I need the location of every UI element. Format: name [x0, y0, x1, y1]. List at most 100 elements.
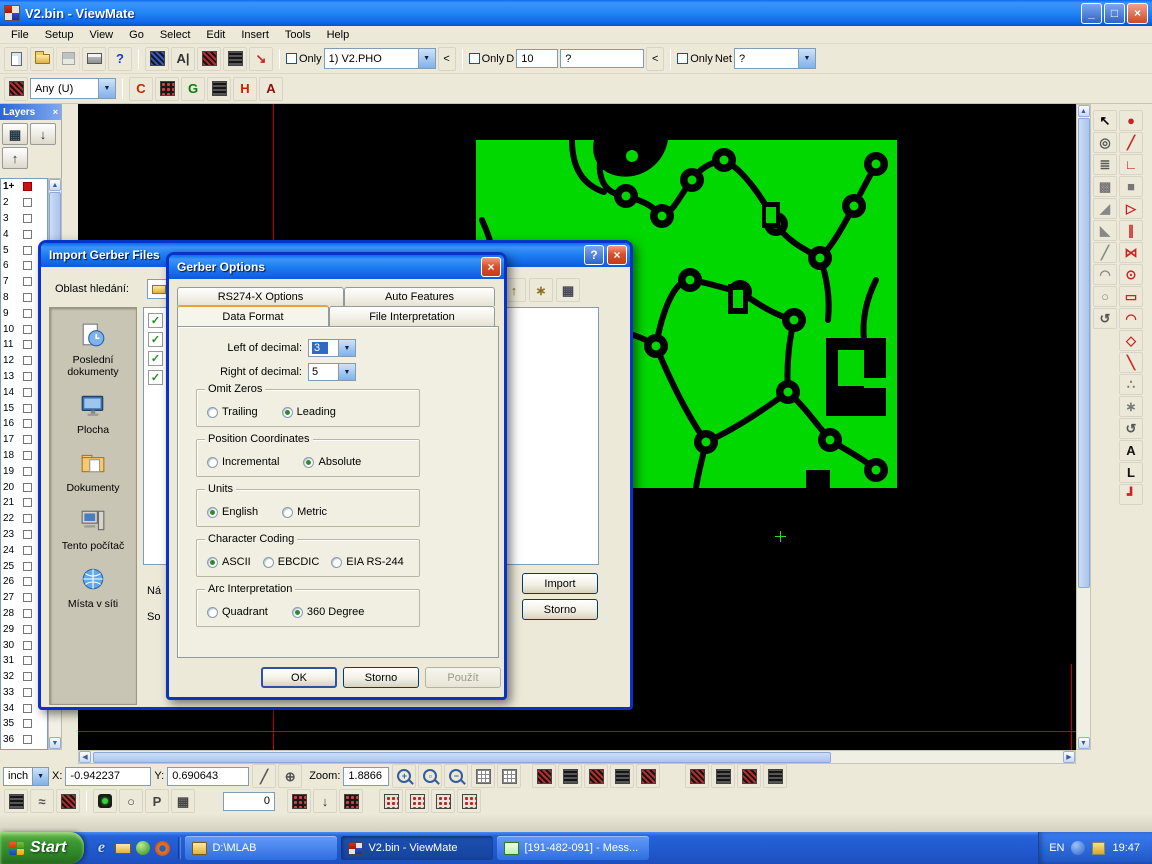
- film-icon[interactable]: [4, 789, 28, 813]
- radio-360-degree[interactable]: 360 Degree: [292, 606, 365, 618]
- circle-gray-icon[interactable]: ○: [1093, 286, 1117, 307]
- dcode-grid-icon[interactable]: [145, 47, 169, 71]
- menu-select[interactable]: Select: [152, 28, 199, 42]
- layer-combo[interactable]: 1) V2.PHO ▼: [324, 48, 436, 69]
- radio-leading[interactable]: Leading: [282, 406, 336, 418]
- scroll-down-icon[interactable]: ▼: [1078, 737, 1090, 749]
- gerber-file-icon[interactable]: ✓: [148, 332, 163, 347]
- canvas-horizontal-scrollbar[interactable]: ◀ ▶: [78, 750, 1076, 764]
- corner-ll-icon[interactable]: ◣: [1093, 220, 1117, 241]
- hook-tool-icon[interactable]: ┛: [1119, 484, 1143, 505]
- radio-incremental[interactable]: Incremental: [207, 456, 279, 468]
- menu-file[interactable]: File: [3, 28, 37, 42]
- place-desktop[interactable]: Plocha: [50, 392, 136, 436]
- dcode-query-input[interactable]: ?: [560, 49, 644, 68]
- only-net-checkbox[interactable]: [677, 53, 688, 64]
- place-recent-documents[interactable]: Poslední dokumenty: [50, 322, 136, 378]
- counter-field[interactable]: 0: [223, 792, 275, 811]
- flag-tool-icon[interactable]: ▷: [1119, 198, 1143, 219]
- folder-icon[interactable]: [115, 843, 131, 854]
- pattern-swatch-6[interactable]: [685, 764, 709, 788]
- pattern-swatch-2[interactable]: [558, 764, 582, 788]
- grid-snap-icon[interactable]: [497, 764, 521, 788]
- ok-button[interactable]: OK: [261, 667, 337, 688]
- cancel-button[interactable]: Storno: [522, 599, 598, 620]
- gerber-file-icon[interactable]: ✓: [148, 351, 163, 366]
- undo-tool-icon[interactable]: ↺: [1119, 418, 1143, 439]
- pattern-swatch-1[interactable]: [532, 764, 556, 788]
- radio-ebcdic[interactable]: EBCDIC: [263, 556, 320, 568]
- messenger-tray-icon[interactable]: [1071, 841, 1085, 855]
- diag-line-icon[interactable]: ╱: [1093, 242, 1117, 263]
- menu-go[interactable]: Go: [121, 28, 152, 42]
- status-light-icon[interactable]: [93, 789, 117, 813]
- chevron-down-icon[interactable]: ▼: [98, 79, 115, 98]
- scroll-up-icon[interactable]: ▲: [1078, 105, 1090, 117]
- scroll-right-icon[interactable]: ▶: [1063, 751, 1075, 763]
- rotate-gray-icon[interactable]: ↺: [1093, 308, 1117, 329]
- tray-app-icon[interactable]: [1092, 842, 1105, 855]
- task-191-482-091-mess[interactable]: [191-482-091] - Mess...: [497, 836, 649, 860]
- pattern-swatch-5[interactable]: [636, 764, 660, 788]
- radio-absolute[interactable]: Absolute: [303, 456, 361, 468]
- layer-down-icon[interactable]: ↓: [30, 123, 56, 145]
- any-combo[interactable]: Any (U) ▼: [30, 78, 116, 99]
- measure-icon[interactable]: ↘: [249, 47, 273, 71]
- minimize-button[interactable]: _: [1081, 3, 1102, 24]
- layer-table-icon[interactable]: ▦: [2, 123, 28, 145]
- menu-view[interactable]: View: [81, 28, 121, 42]
- dot-grid-icon-2[interactable]: [339, 789, 363, 813]
- radio-trailing[interactable]: Trailing: [207, 406, 258, 418]
- gerber-file-icon[interactable]: ✓: [148, 370, 163, 385]
- aperture-text-icon[interactable]: A|: [171, 47, 195, 71]
- dots-tool-icon[interactable]: ∴: [1119, 374, 1143, 395]
- scrollbar-thumb[interactable]: [93, 752, 831, 763]
- rect-tool-icon[interactable]: ▭: [1119, 286, 1143, 307]
- prev-dcode-button[interactable]: <: [646, 47, 664, 71]
- scroll-up-icon[interactable]: ▲: [49, 179, 61, 191]
- place-network[interactable]: Místa v síti: [50, 566, 136, 610]
- arc-gray-icon[interactable]: ◠: [1093, 264, 1117, 285]
- layer-stack-icon[interactable]: ≣: [1093, 154, 1117, 175]
- chevron-down-icon[interactable]: ▼: [338, 364, 355, 380]
- pattern-swatch-3[interactable]: [584, 764, 608, 788]
- pad-swatch-4[interactable]: [457, 789, 481, 813]
- angle-tool-icon[interactable]: ∟: [1119, 154, 1143, 175]
- mirror-tool-icon[interactable]: ⋈: [1119, 242, 1143, 263]
- unit-combo[interactable]: inch ▼: [3, 767, 49, 786]
- firefox-icon[interactable]: [155, 841, 170, 856]
- l-tool-icon[interactable]: L: [1119, 462, 1143, 483]
- start-button[interactable]: Start: [0, 832, 84, 864]
- print-icon[interactable]: [82, 47, 106, 71]
- chevron-down-icon[interactable]: ▼: [798, 49, 815, 68]
- scroll-down-icon[interactable]: ▼: [49, 737, 61, 749]
- highlight-grid-icon[interactable]: [197, 47, 221, 71]
- text-letter-icon[interactable]: A: [259, 77, 283, 101]
- cross-grid-icon[interactable]: [155, 77, 179, 101]
- dot-grid-icon[interactable]: [287, 789, 311, 813]
- canvas-vertical-scrollbar[interactable]: ▲ ▼: [1076, 104, 1091, 750]
- place-documents[interactable]: Dokumenty: [50, 450, 136, 494]
- fill-rect-icon[interactable]: ▩: [1093, 176, 1117, 197]
- pad-swatch-3[interactable]: [431, 789, 455, 813]
- x-coordinate-field[interactable]: -0.942237: [65, 767, 151, 786]
- new-folder-icon[interactable]: ∗: [529, 278, 553, 302]
- target-tool-icon[interactable]: ⊙: [1119, 264, 1143, 285]
- gerber-icon[interactable]: G: [181, 77, 205, 101]
- pattern-swatch-8[interactable]: [737, 764, 761, 788]
- layer-up-icon[interactable]: ↑: [2, 147, 28, 169]
- close-icon[interactable]: ×: [53, 107, 58, 117]
- wave-icon[interactable]: ≈: [30, 789, 54, 813]
- down-arrow-icon[interactable]: ↓: [313, 789, 337, 813]
- snap-target-icon[interactable]: ◎: [1093, 132, 1117, 153]
- cancel-button[interactable]: Storno: [343, 667, 419, 688]
- menu-tools[interactable]: Tools: [277, 28, 319, 42]
- close-button[interactable]: ×: [607, 245, 627, 265]
- chevron-down-icon[interactable]: ▼: [338, 340, 355, 356]
- task-v2-bin-viewmate[interactable]: V2.bin - ViewMate: [341, 836, 493, 860]
- layer-row-1[interactable]: 1+: [1, 179, 47, 195]
- only-layer-checkbox[interactable]: [286, 53, 297, 64]
- tab-data-format[interactable]: Data Format: [177, 305, 329, 326]
- pattern-swatch-4[interactable]: [610, 764, 634, 788]
- views-icon[interactable]: ▦: [556, 278, 580, 302]
